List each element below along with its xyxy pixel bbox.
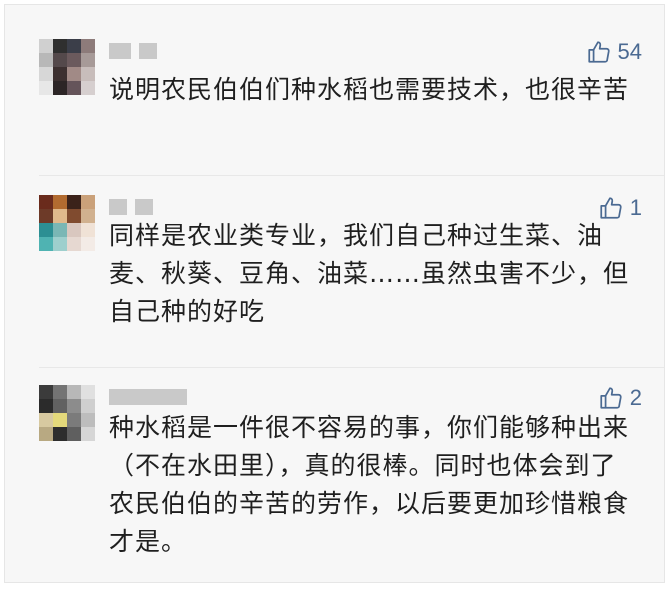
avatar-pixel	[67, 195, 81, 209]
avatar-pixel	[81, 223, 95, 237]
avatar-pixel	[67, 385, 81, 399]
like-button[interactable]: 54	[586, 39, 642, 65]
username-redacted	[109, 199, 161, 215]
avatar-pixel	[81, 399, 95, 413]
avatar-pixel	[53, 223, 67, 237]
avatar-pixel	[39, 81, 53, 95]
avatar-pixel	[67, 81, 81, 95]
comment-text: 说明农民伯伯们种水稻也需要技术，也很辛苦	[109, 75, 630, 104]
avatar-pixel	[53, 39, 67, 53]
avatar-pixel	[39, 223, 53, 237]
avatar-pixel	[67, 427, 81, 441]
avatar-pixel	[67, 209, 81, 223]
comments-panel: 54 说明农民伯伯们种水稻也需要技术，也很辛苦 1 同样是农业类专业，我们自己种…	[4, 4, 665, 583]
avatar-pixel	[81, 81, 95, 95]
comment-text: 同样是农业类专业，我们自己种过生菜、油麦、秋葵、豆角、油菜……虽然虫害不少，但自…	[109, 221, 630, 326]
username-redacted	[109, 389, 195, 405]
avatar-pixel	[39, 195, 53, 209]
avatar-pixel	[53, 81, 67, 95]
avatar[interactable]	[39, 39, 95, 95]
avatar-pixel	[53, 209, 67, 223]
avatar[interactable]	[39, 195, 95, 251]
avatar-pixel	[81, 195, 95, 209]
avatar-pixel	[39, 427, 53, 441]
avatar-pixel	[39, 237, 53, 251]
avatar-pixel	[39, 53, 53, 67]
avatar-pixel	[81, 53, 95, 67]
avatar-pixel	[81, 413, 95, 427]
avatar-pixel	[53, 399, 67, 413]
thumbs-up-icon	[600, 387, 622, 409]
avatar-pixel	[53, 67, 67, 81]
like-count: 54	[617, 39, 642, 64]
avatar-pixel	[39, 209, 53, 223]
divider	[39, 175, 664, 176]
avatar-pixel	[39, 399, 53, 413]
avatar-pixel	[67, 399, 81, 413]
avatar-pixel	[39, 39, 53, 53]
comment-text: 种水稻是一件很不容易的事，你们能够种出来（不在水田里），真的很棒。同时也体会到了…	[109, 413, 630, 556]
avatar-pixel	[81, 67, 95, 81]
avatar[interactable]	[39, 385, 95, 441]
avatar-pixel	[81, 385, 95, 399]
avatar-pixel	[53, 413, 67, 427]
avatar-pixel	[81, 427, 95, 441]
avatar-pixel	[81, 39, 95, 53]
avatar-pixel	[53, 53, 67, 67]
avatar-pixel	[39, 413, 53, 427]
avatar-pixel	[67, 223, 81, 237]
avatar-pixel	[67, 39, 81, 53]
avatar-pixel	[53, 385, 67, 399]
like-count: 1	[629, 195, 642, 220]
avatar-pixel	[39, 385, 53, 399]
divider	[39, 367, 664, 368]
like-button[interactable]: 2	[598, 385, 642, 411]
avatar-pixel	[81, 209, 95, 223]
username-redacted	[109, 43, 165, 59]
thumbs-up-icon	[587, 41, 610, 63]
avatar-pixel	[53, 427, 67, 441]
avatar-pixel	[39, 67, 53, 81]
avatar-pixel	[81, 237, 95, 251]
avatar-pixel	[67, 67, 81, 81]
avatar-pixel	[53, 195, 67, 209]
avatar-pixel	[67, 53, 81, 67]
avatar-pixel	[67, 413, 81, 427]
avatar-pixel	[53, 237, 67, 251]
avatar-pixel	[67, 237, 81, 251]
like-count: 2	[629, 385, 642, 410]
